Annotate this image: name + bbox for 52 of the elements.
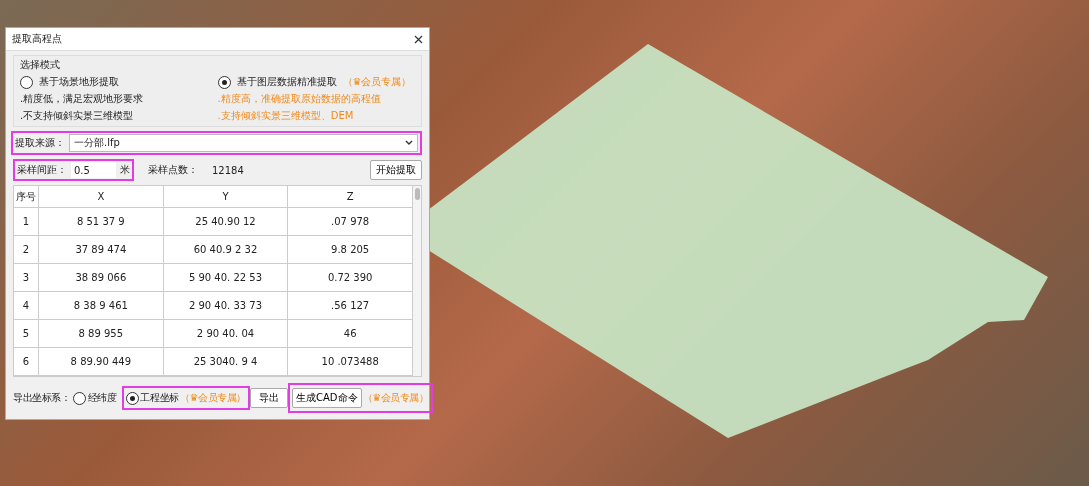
- option-note: .精度低，满足宏观地形要求: [20, 92, 145, 106]
- export-label: 导出坐标系：: [13, 391, 71, 405]
- table-cell: 2 90 40. 33 73: [163, 292, 289, 320]
- table-cell: 5: [14, 320, 39, 348]
- table-cell: 1: [14, 208, 39, 236]
- table-cell: 25 3040. 9 4: [163, 348, 289, 376]
- group-title: 选择模式: [20, 58, 61, 72]
- dialog-title: 提取高程点: [12, 32, 62, 46]
- unit-label: 米: [120, 163, 130, 177]
- column-header: 序号: [14, 186, 39, 208]
- table-cell: 9.8 205: [288, 236, 413, 264]
- table-cell: 8 89.90 449: [39, 348, 164, 376]
- table-cell: 4: [14, 292, 39, 320]
- table-cell: 6: [14, 348, 39, 376]
- table-cell: 0.72 390: [288, 264, 413, 292]
- table-cell: 5 90 40. 22 53: [163, 264, 289, 292]
- table-cell: 60 40.9 2 32: [163, 236, 289, 264]
- cad-button[interactable]: 生成CAD命令: [292, 388, 362, 408]
- interval-label: 采样间距：: [17, 163, 67, 177]
- source-dropdown[interactable]: 一分部.lfp: [69, 134, 418, 152]
- member-label: （♛会员专属）: [179, 391, 246, 405]
- column-header: X: [39, 186, 164, 208]
- option-note: .精度高，准确提取原始数据的高程值: [217, 92, 382, 106]
- table-cell: 2 90 40. 04: [163, 320, 289, 348]
- option-note: .支持倾斜实景三维模型、DEM: [217, 109, 355, 123]
- table-cell: .07 978: [288, 208, 413, 236]
- table-cell: 46: [288, 320, 413, 348]
- table-cell: 8 51 37 9: [39, 208, 164, 236]
- export-button[interactable]: 导出: [250, 388, 288, 408]
- table-cell: 38 89 066: [39, 264, 164, 292]
- option-label: 经纬度: [87, 391, 117, 405]
- table-cell: 8 89 955: [39, 320, 164, 348]
- table-cell: .56 127: [288, 292, 413, 320]
- table-cell: 10 .073488: [288, 348, 413, 376]
- start-button[interactable]: 开始提取: [370, 160, 422, 180]
- member-label: （♛会员专属）: [362, 391, 429, 405]
- column-header: Z: [288, 186, 413, 208]
- source-label: 提取来源：: [15, 136, 65, 150]
- table-cell: 25 40.90 12: [163, 208, 289, 236]
- column-header: Y: [163, 186, 289, 208]
- table-cell: 8 38 9 461: [39, 292, 164, 320]
- option-note: .不支持倾斜实景三维模型: [20, 109, 135, 123]
- table-cell: 2: [14, 236, 39, 264]
- member-label: （♛会员专属）: [342, 75, 412, 89]
- count-label: 采样点数：: [148, 163, 198, 177]
- table-cell: 37 89 474: [39, 236, 164, 264]
- option-label: 工程坐标: [140, 391, 179, 405]
- option-label: 基于图层数据精准提取: [236, 75, 337, 89]
- table-cell: 3: [14, 264, 39, 292]
- option-label: 基于场景地形提取: [39, 75, 119, 89]
- count-value: 12184: [212, 164, 244, 176]
- interval-field[interactable]: 0.5: [71, 162, 116, 178]
